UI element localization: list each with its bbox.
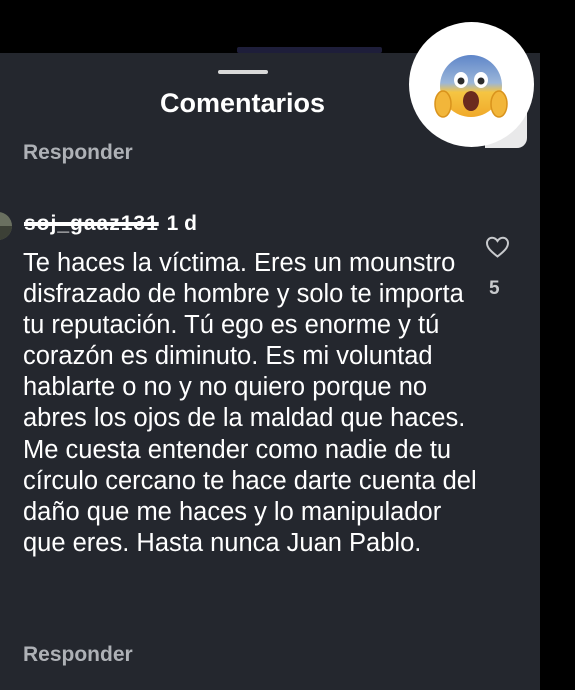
comment-time: 1 d [166, 212, 197, 235]
comment-header: soj_gaaz131 1 d [24, 212, 197, 236]
reaction-sticker [409, 22, 534, 147]
username[interactable]: soj_gaaz131 [24, 212, 159, 236]
like-count: 5 [489, 278, 500, 299]
screaming-face-emoji [434, 55, 508, 118]
reply-button-top[interactable]: Responder [23, 141, 133, 165]
comment-text: Te haces la víctima. Eres un mounstro di… [23, 249, 477, 557]
side-strip [540, 0, 575, 690]
drag-handle[interactable] [218, 70, 268, 74]
reply-button[interactable]: Responder [23, 643, 133, 667]
heart-icon[interactable] [485, 236, 510, 258]
